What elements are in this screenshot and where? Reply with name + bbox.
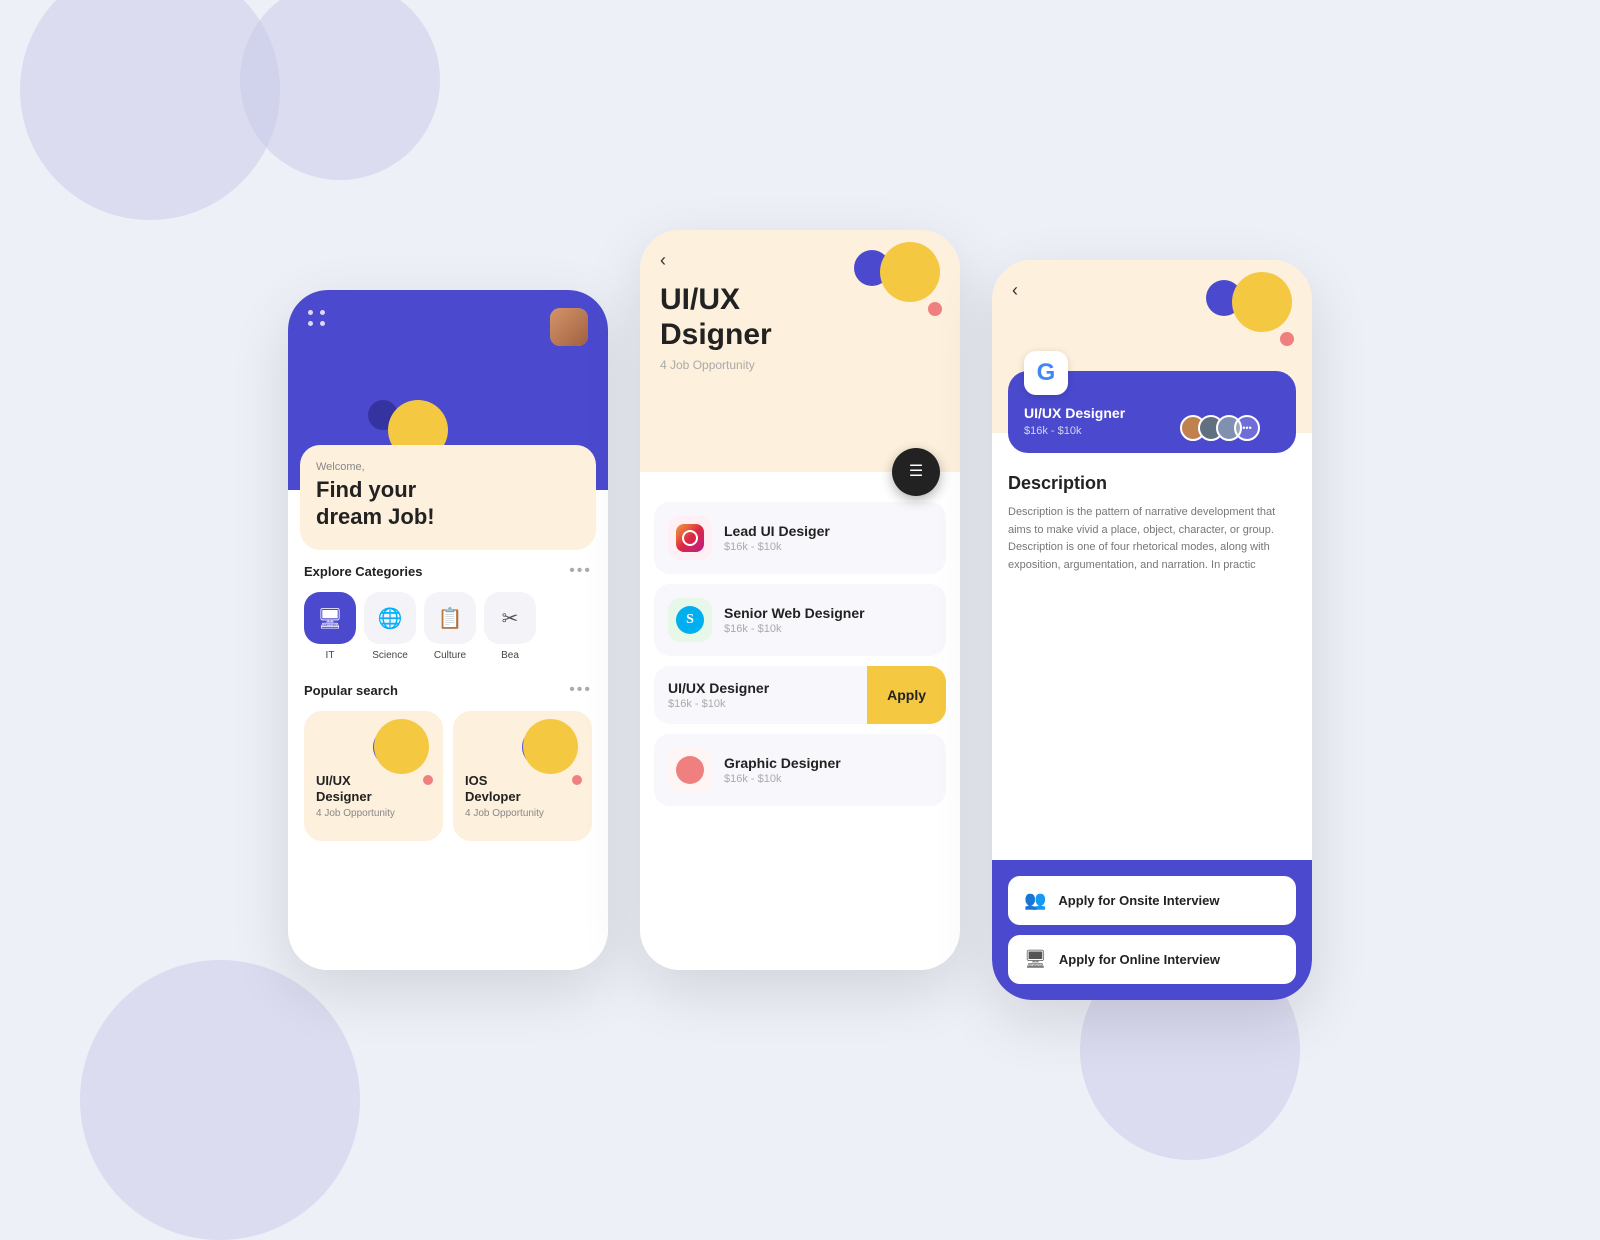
pop-card-title-1: UI/UXDesigner bbox=[316, 773, 431, 804]
popular-section-header: Popular search ••• bbox=[304, 681, 592, 699]
p3-deco-pink bbox=[1280, 332, 1294, 346]
pop-card-sub-2: 4 Job Opportunity bbox=[465, 808, 580, 819]
phone2-header: ‹ UI/UX Dsigner 4 Job Opportunity ☰ bbox=[640, 230, 960, 472]
apply-online-label: Apply for Online Interview bbox=[1059, 952, 1220, 967]
job-salary-featured: $16k - $10k bbox=[668, 698, 853, 710]
skype-icon: S bbox=[676, 606, 704, 634]
popular-cards-row: UI/UXDesigner 4 Job Opportunity IOSDevlo… bbox=[304, 711, 592, 841]
welcome-label: Welcome, bbox=[316, 461, 580, 473]
pop-card-title-2: IOSDevloper bbox=[465, 773, 580, 804]
phone-job-list: ‹ UI/UX Dsigner 4 Job Opportunity ☰ Lead… bbox=[640, 230, 960, 970]
popular-more-icon[interactable]: ••• bbox=[569, 681, 592, 699]
categories-label: Explore Categories bbox=[304, 564, 423, 579]
p2-deco-pink bbox=[928, 302, 942, 316]
pop-card-deco-yellow-2 bbox=[523, 719, 578, 774]
job-info-senior: Senior Web Designer $16k - $10k bbox=[724, 605, 865, 635]
phone1-body: Explore Categories ••• 🖥 IT 🌐 Science 📋 … bbox=[288, 490, 608, 970]
graphic-icon-circle bbox=[676, 756, 704, 784]
applicants-avatars: ••• bbox=[1180, 415, 1260, 441]
apply-online-button[interactable]: 🖥 Apply for Online Interview bbox=[1008, 935, 1296, 984]
apply-button[interactable]: Apply bbox=[867, 666, 946, 724]
bg-deco-circle-tl bbox=[20, 0, 280, 220]
job-title-senior: Senior Web Designer bbox=[724, 605, 865, 621]
onsite-icon: 👥 bbox=[1024, 890, 1046, 911]
popular-card-uiux[interactable]: UI/UXDesigner 4 Job Opportunity bbox=[304, 711, 443, 841]
job-card-featured-uiux[interactable]: UI/UX Designer $16k - $10k Apply bbox=[654, 666, 946, 724]
description-title: Description bbox=[1008, 473, 1296, 494]
apply-onsite-label: Apply for Onsite Interview bbox=[1058, 893, 1219, 908]
job-info-lead: Lead UI Desiger $16k - $10k bbox=[724, 523, 830, 553]
category-item-culture[interactable]: 📋 Culture bbox=[424, 592, 476, 661]
category-icon-bea: ✂ bbox=[484, 592, 536, 644]
p3-deco-yellow bbox=[1232, 272, 1292, 332]
phone1-menu-dots[interactable] bbox=[308, 310, 326, 326]
category-icon-it: 🖥 bbox=[304, 592, 356, 644]
tagline-line1: Find your bbox=[316, 477, 416, 502]
job-title-featured: UI/UX Designer bbox=[668, 680, 853, 696]
phone3-header: ‹ G UI/UX Designer $16k - $10k ••• bbox=[992, 260, 1312, 433]
job-title-graphic: Graphic Designer bbox=[724, 755, 841, 771]
job-salary-senior: $16k - $10k bbox=[724, 623, 865, 635]
google-logo-icon: G bbox=[1037, 359, 1056, 387]
instagram-icon bbox=[676, 524, 704, 552]
job-card-graphic[interactable]: Graphic Designer $16k - $10k bbox=[654, 734, 946, 806]
menu-fab-button[interactable]: ☰ bbox=[892, 448, 940, 496]
job-title-lead: Lead UI Desiger bbox=[724, 523, 830, 539]
avatar-more-icon: ••• bbox=[1242, 423, 1251, 433]
job-icon-instagram bbox=[668, 516, 712, 560]
categories-section-header: Explore Categories ••• bbox=[304, 562, 592, 580]
description-text: Description is the pattern of narrative … bbox=[1008, 504, 1296, 574]
bg-deco-circle-tr bbox=[240, 0, 440, 180]
category-icon-culture: 📋 bbox=[424, 592, 476, 644]
category-item-it[interactable]: 🖥 IT bbox=[304, 592, 356, 661]
categories-more-icon[interactable]: ••• bbox=[569, 562, 592, 580]
popular-card-ios[interactable]: IOSDevloper 4 Job Opportunity bbox=[453, 711, 592, 841]
phone-job-detail: ‹ G UI/UX Designer $16k - $10k ••• bbox=[992, 260, 1312, 1000]
scene: Welcome, Find your dream Job! Explore Ca… bbox=[0, 0, 1600, 1200]
category-item-bea[interactable]: ✂ Bea bbox=[484, 592, 536, 661]
google-job-card: G UI/UX Designer $16k - $10k ••• bbox=[1008, 371, 1296, 453]
job-opportunity-count: 4 Job Opportunity bbox=[660, 358, 940, 372]
job-icon-skype: S bbox=[668, 598, 712, 642]
avatar[interactable] bbox=[550, 308, 588, 346]
p2-deco-yellow bbox=[880, 242, 940, 302]
category-label-bea: Bea bbox=[501, 650, 519, 661]
category-item-science[interactable]: 🌐 Science bbox=[364, 592, 416, 661]
categories-row: 🖥 IT 🌐 Science 📋 Culture ✂ Bea bbox=[304, 592, 592, 661]
category-label-it: IT bbox=[326, 650, 335, 661]
job-icon-graphic bbox=[668, 748, 712, 792]
apply-onsite-button[interactable]: 👥 Apply for Onsite Interview bbox=[1008, 876, 1296, 925]
pop-card-deco-pink-2 bbox=[572, 775, 582, 785]
online-icon: 🖥 bbox=[1024, 949, 1047, 970]
pop-card-sub-1: 4 Job Opportunity bbox=[316, 808, 431, 819]
phone1-header: Welcome, Find your dream Job! bbox=[288, 290, 608, 490]
job-salary-lead: $16k - $10k bbox=[724, 541, 830, 553]
bg-deco-circle-bl bbox=[80, 960, 360, 1240]
pop-card-deco-pink-1 bbox=[423, 775, 433, 785]
job-info-graphic: Graphic Designer $16k - $10k bbox=[724, 755, 841, 785]
apply-buttons-section: 👥 Apply for Onsite Interview 🖥 Apply for… bbox=[992, 860, 1312, 1000]
welcome-box: Welcome, Find your dream Job! bbox=[300, 445, 596, 550]
featured-left: UI/UX Designer $16k - $10k bbox=[654, 666, 867, 724]
pop-card-deco-yellow-1 bbox=[374, 719, 429, 774]
job-salary-graphic: $16k - $10k bbox=[724, 773, 841, 785]
phone-home: Welcome, Find your dream Job! Explore Ca… bbox=[288, 290, 608, 970]
category-icon-science: 🌐 bbox=[364, 592, 416, 644]
menu-fab-icon: ☰ bbox=[909, 464, 923, 480]
tagline: Find your dream Job! bbox=[316, 477, 580, 530]
avatar-more: ••• bbox=[1234, 415, 1260, 441]
job-card-senior-web[interactable]: S Senior Web Designer $16k - $10k bbox=[654, 584, 946, 656]
popular-label: Popular search bbox=[304, 683, 398, 698]
category-label-culture: Culture bbox=[434, 650, 466, 661]
phone2-body: Lead UI Desiger $16k - $10k S Senior Web… bbox=[640, 472, 960, 820]
category-label-science: Science bbox=[372, 650, 408, 661]
google-logo-wrap: G bbox=[1024, 351, 1068, 395]
tagline-line2: dream Job! bbox=[316, 504, 435, 529]
job-card-lead-ui[interactable]: Lead UI Desiger $16k - $10k bbox=[654, 502, 946, 574]
